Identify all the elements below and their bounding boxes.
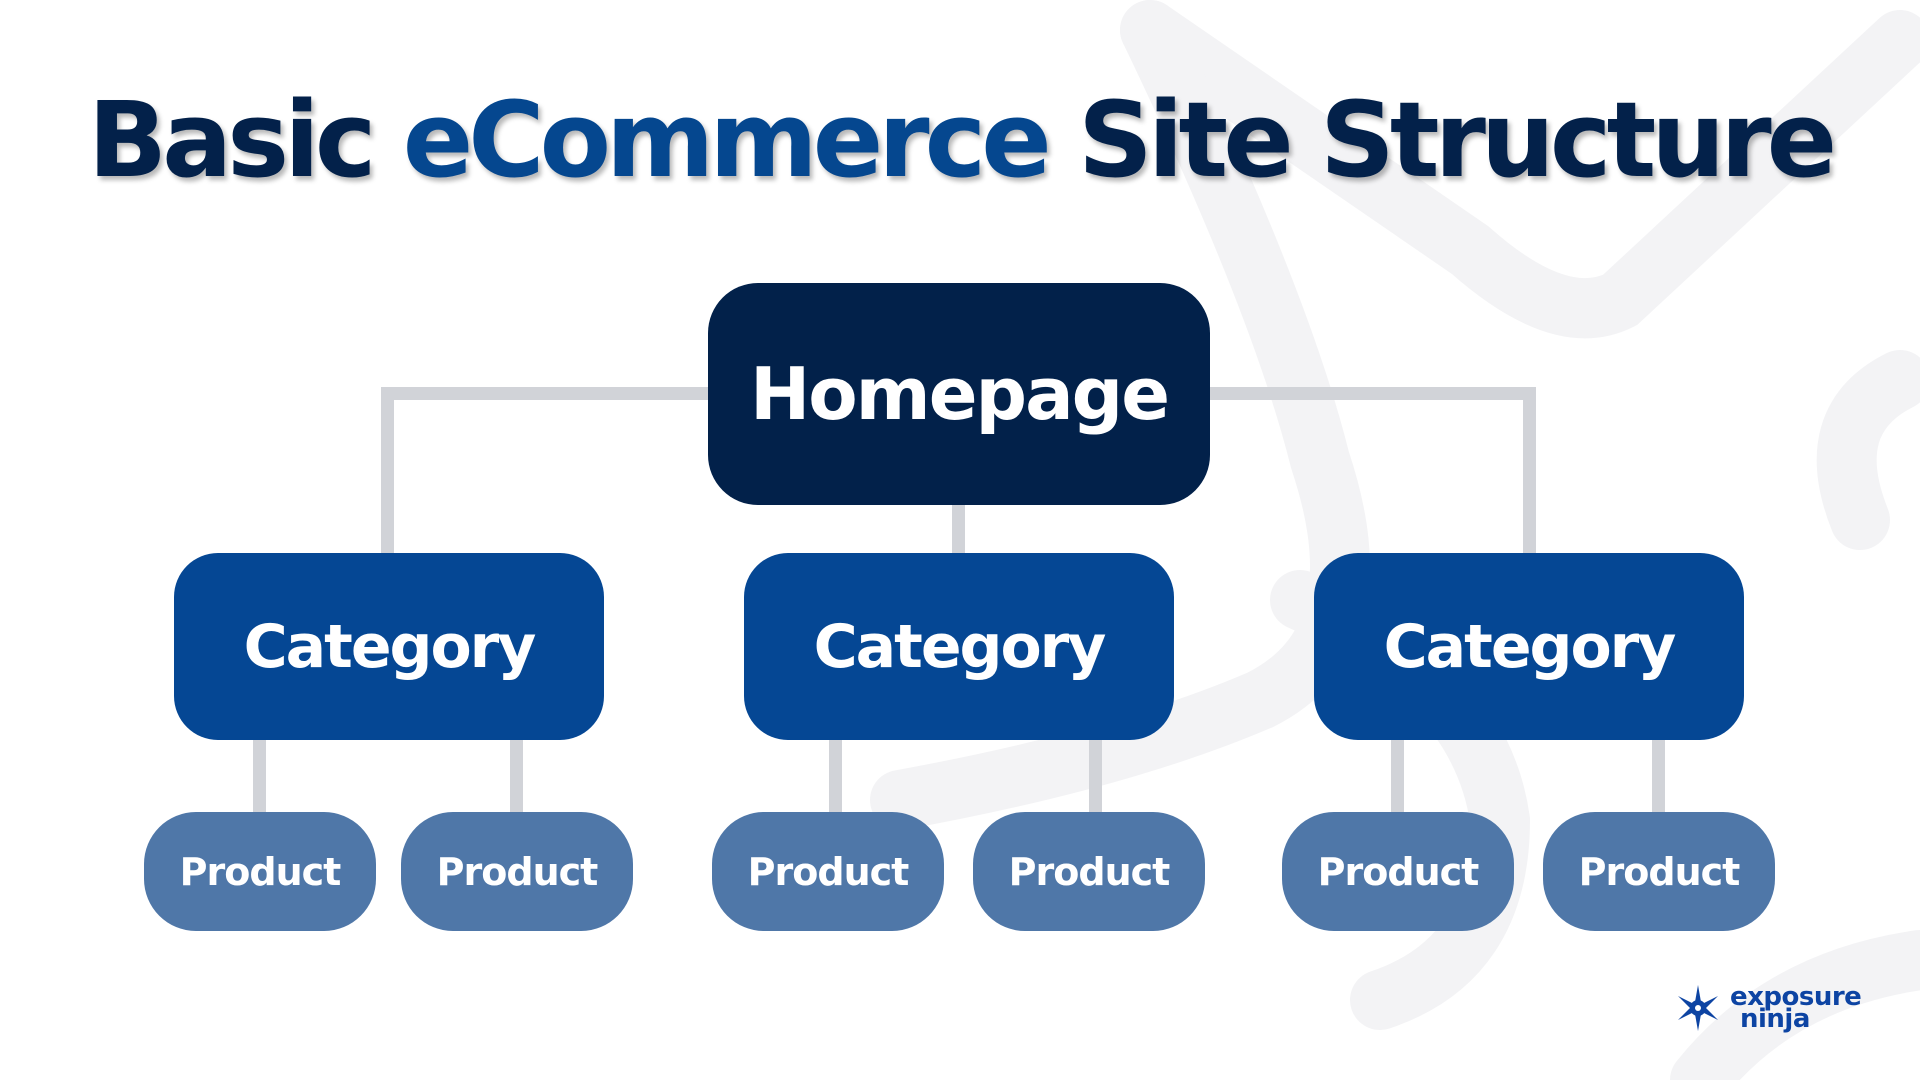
category-label: Category xyxy=(243,611,537,682)
product-label: Product xyxy=(179,849,342,894)
connector-cat2-prod1 xyxy=(829,735,842,815)
shuriken-star-icon xyxy=(1678,985,1718,1031)
product-node: Product xyxy=(401,812,633,931)
connector-cat3-prod2 xyxy=(1652,735,1665,815)
title-accent: eCommerce xyxy=(402,79,1052,201)
connector-cat1-prod1 xyxy=(253,735,266,815)
product-node: Product xyxy=(1282,812,1514,931)
category-label: Category xyxy=(813,611,1107,682)
product-label: Product xyxy=(747,849,910,894)
title-part2: Site Structure xyxy=(1046,79,1837,201)
product-label: Product xyxy=(1008,849,1171,894)
product-label: Product xyxy=(1578,849,1741,894)
product-node: Product xyxy=(1543,812,1775,931)
connector-root-cat3 xyxy=(1523,387,1536,557)
product-node: Product xyxy=(973,812,1205,931)
background-stroke xyxy=(1816,350,1920,550)
category-node: Category xyxy=(174,553,604,740)
product-node: Product xyxy=(712,812,944,931)
title-part1: Basic xyxy=(87,79,403,201)
connector-cat1-prod2 xyxy=(510,735,523,815)
homepage-label: Homepage xyxy=(749,352,1170,436)
product-label: Product xyxy=(1317,849,1480,894)
product-label: Product xyxy=(436,849,599,894)
category-node: Category xyxy=(1314,553,1744,740)
connector-root-cat2 xyxy=(952,500,965,557)
connector-cat3-prod1 xyxy=(1391,735,1404,815)
exposure-ninja-logo: exposure ninja xyxy=(1676,984,1862,1032)
homepage-node: Homepage xyxy=(708,283,1210,505)
page-title: Basic eCommerce Site Structure xyxy=(0,78,1920,203)
connector-cat2-prod2 xyxy=(1089,735,1102,815)
category-label: Category xyxy=(1383,611,1677,682)
product-node: Product xyxy=(144,812,376,931)
category-node: Category xyxy=(744,553,1174,740)
connector-root-cat1 xyxy=(381,387,394,557)
